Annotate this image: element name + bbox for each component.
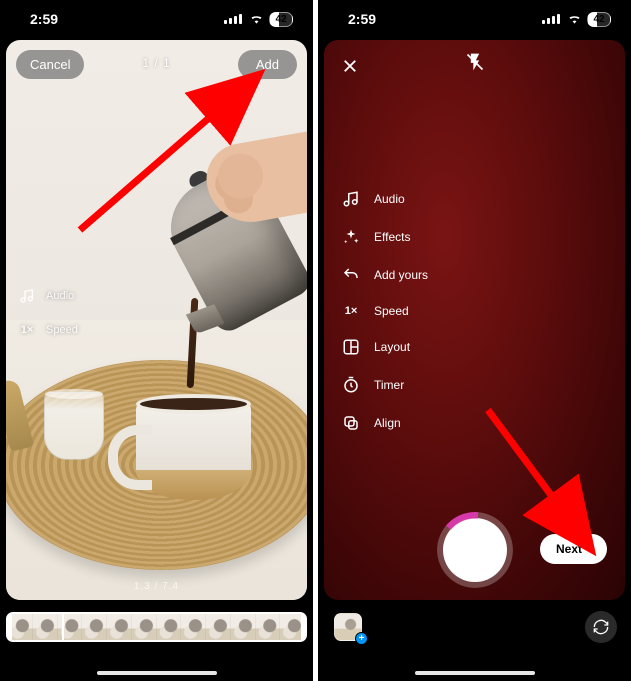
- cancel-button[interactable]: Cancel: [16, 50, 84, 79]
- add-media-badge[interactable]: +: [355, 632, 368, 645]
- tool-audio-label: Audio: [46, 290, 74, 302]
- tool-align[interactable]: Align: [342, 414, 428, 432]
- music-note-icon: [342, 190, 360, 208]
- time-counter: 1.3 / 7.4: [134, 581, 179, 592]
- switch-camera-button[interactable]: [585, 611, 617, 643]
- tool-speed-label: Speed: [374, 304, 409, 318]
- phone-right: 2:59 42 Audio: [318, 0, 631, 681]
- tool-addyours[interactable]: Add yours: [342, 266, 428, 284]
- home-indicator[interactable]: [97, 671, 217, 675]
- playhead[interactable]: [62, 612, 64, 642]
- cellular-icon: [224, 14, 242, 24]
- music-note-icon: [18, 288, 36, 304]
- tool-speed-label: Speed: [46, 324, 78, 336]
- status-bar: 2:59 42: [318, 0, 631, 38]
- timer-icon: [342, 376, 360, 394]
- chevron-right-icon: [585, 544, 595, 554]
- add-button[interactable]: Add: [238, 50, 297, 79]
- progress-ring: [437, 512, 513, 588]
- tool-audio-label: Audio: [374, 192, 405, 206]
- tool-speed[interactable]: 1× Speed: [18, 324, 78, 336]
- trim-handle-right[interactable]: [301, 612, 307, 642]
- wifi-icon: [249, 11, 264, 27]
- speed-icon: 1×: [18, 324, 36, 336]
- home-indicator[interactable]: [415, 671, 535, 675]
- tool-layout-label: Layout: [374, 340, 410, 354]
- status-bar: 2:59 42: [0, 0, 313, 38]
- status-right: 42: [224, 11, 293, 27]
- next-button[interactable]: Next: [540, 534, 607, 564]
- camera-tools: Audio Effects Add yours 1× Speed Layout: [342, 190, 428, 432]
- next-button-label: Next: [556, 542, 582, 556]
- battery-icon: 42: [269, 12, 293, 27]
- status-time: 2:59: [30, 11, 58, 27]
- tool-timer-label: Timer: [374, 378, 404, 392]
- cellular-icon: [542, 14, 560, 24]
- timeline[interactable]: [6, 612, 307, 642]
- tool-addyours-label: Add yours: [374, 268, 428, 282]
- close-button[interactable]: [338, 54, 362, 78]
- status-time: 2:59: [348, 11, 376, 27]
- clip-counter: 1 / 1: [142, 56, 170, 70]
- speed-icon: 1×: [342, 305, 360, 317]
- phone-left: 2:59 42 Cancel Add 1 / 1: [0, 0, 313, 681]
- tool-audio[interactable]: Audio: [342, 190, 428, 208]
- tool-align-label: Align: [374, 416, 401, 430]
- filmstrip[interactable]: [6, 612, 307, 642]
- tool-speed[interactable]: 1× Speed: [342, 304, 428, 318]
- align-icon: [342, 414, 360, 432]
- edit-tools: Audio 1× Speed: [18, 288, 78, 336]
- camera-view[interactable]: Audio Effects Add yours 1× Speed Layout: [324, 40, 625, 600]
- tool-effects[interactable]: Effects: [342, 228, 428, 246]
- tool-layout[interactable]: Layout: [342, 338, 428, 356]
- trim-handle-left[interactable]: [6, 612, 12, 642]
- battery-icon: 42: [587, 12, 611, 27]
- wifi-icon: [567, 11, 582, 27]
- reply-arrow-icon: [342, 266, 360, 284]
- tool-effects-label: Effects: [374, 230, 410, 244]
- tool-timer[interactable]: Timer: [342, 376, 428, 394]
- shutter-button[interactable]: [443, 518, 507, 582]
- video-preview[interactable]: Cancel Add 1 / 1 Audio 1× Speed 1.3 / 7.…: [6, 40, 307, 600]
- sparkle-icon: [342, 228, 360, 246]
- status-right: 42: [542, 11, 611, 27]
- tool-audio[interactable]: Audio: [18, 288, 78, 304]
- layout-icon: [342, 338, 360, 356]
- flash-off-icon[interactable]: [465, 52, 485, 77]
